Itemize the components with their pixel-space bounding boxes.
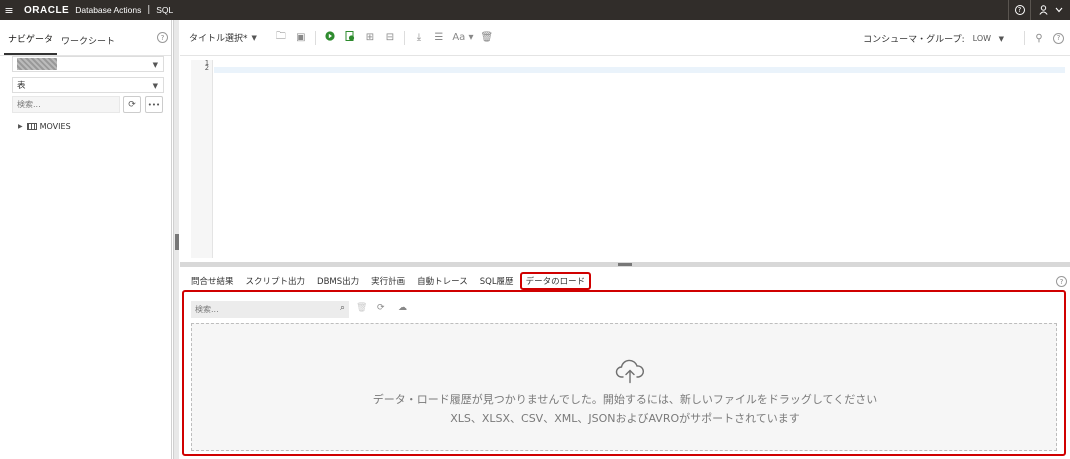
expand-arrow-icon[interactable]: ▶	[18, 123, 23, 130]
line-number-gutter: 1 2	[191, 60, 213, 258]
top-bar: ≡ ORACLE Database Actions | SQL ?	[0, 0, 1070, 20]
tab-navigator[interactable]: ナビゲータ	[4, 32, 58, 55]
supported-formats-message: XLS、XLSX、CSV、XML、JSONおよびAVROがサポートされています	[450, 412, 800, 425]
help-icon: ?	[1014, 5, 1025, 15]
title-select[interactable]: タイトル選択* ▼	[189, 31, 257, 45]
line-number: 2	[204, 64, 209, 72]
splitter-grip[interactable]	[175, 234, 179, 250]
object-type-select[interactable]: 表 ▼	[12, 77, 164, 93]
chevron-down-icon: ▼	[251, 33, 257, 42]
tab-sql-history[interactable]: SQL履歴	[474, 272, 520, 290]
search-placeholder: 検索...	[195, 305, 219, 314]
result-tabs: 問合せ結果 スクリプト出力 DBMS出力 実行計画 自動トレース SQL履歴 デ…	[180, 271, 1070, 291]
chevron-down-icon: ▼	[998, 34, 1004, 43]
chevron-down-icon: ▼	[152, 61, 158, 69]
toolbar-divider	[1024, 31, 1025, 45]
schema-select[interactable]: ▼	[12, 56, 164, 72]
vertical-splitter[interactable]	[173, 20, 179, 459]
help-icon[interactable]: ?	[157, 32, 168, 43]
run-script-icon[interactable]	[340, 31, 360, 44]
cloud-upload-icon	[615, 359, 644, 384]
toolbar-divider	[403, 30, 405, 45]
help-button[interactable]: ?	[1008, 0, 1030, 20]
empty-state-message: データ・ロード履歴が見つかりませんでした。開始するには、新しいファイルをドラッグ…	[372, 393, 878, 406]
toolbar-divider	[314, 30, 316, 45]
more-actions-button[interactable]: •••	[145, 96, 163, 113]
sql-editor[interactable]: 1 2	[180, 57, 1070, 262]
menu-icon[interactable]: ≡	[0, 4, 18, 17]
tree-item-label: MOVIES	[39, 122, 71, 131]
text-case-icon[interactable]: Aa ▾	[449, 32, 477, 43]
refresh-icon: ⟳	[128, 99, 136, 110]
object-type-value: 表	[17, 81, 26, 91]
consumer-group-value: LOW	[972, 33, 992, 43]
chevron-down-icon	[1055, 7, 1062, 13]
tab-worksheet[interactable]: ワークシート	[57, 34, 119, 55]
run-statement-icon[interactable]	[320, 31, 340, 44]
section-name: SQL	[156, 5, 174, 15]
user-icon	[1038, 5, 1048, 15]
tree-item[interactable]: ▶ MOVIES	[18, 122, 71, 131]
trash-icon[interactable]: 🗑	[356, 303, 367, 313]
worksheet-area: タイトル選択* ▼ 🗀 ▣ ⊞ ⊟ ⤓ ☰ Aa ▾ 🗑 コンシューマ・グループ…	[180, 20, 1070, 459]
tab-autotrace[interactable]: 自動トレース	[411, 272, 474, 290]
splitter-grip[interactable]	[618, 263, 632, 266]
table-icon	[26, 123, 37, 130]
user-menu-button[interactable]	[1030, 0, 1070, 20]
navigator-tabs: ナビゲータ ワークシート ?	[0, 20, 171, 56]
explain-plan-icon[interactable]: ⊞	[360, 32, 380, 43]
title-separator: |	[147, 5, 151, 15]
chevron-down-icon: ▼	[152, 82, 158, 90]
consumer-group-select[interactable]: LOW ▼	[973, 34, 1004, 43]
search-icon[interactable]: ⌕	[340, 303, 345, 313]
tab-dbms-output[interactable]: DBMS出力	[311, 272, 365, 290]
consumer-group-label: コンシューマ・グループ:	[863, 34, 965, 45]
tab-data-load[interactable]: データのロード	[519, 272, 592, 290]
navigator-panel: ナビゲータ ワークシート ? ▼ 表 ▼ 検索... ⟳ ••• ▶ MOVIE…	[0, 20, 172, 459]
file-drop-zone[interactable]: データ・ロード履歴が見つかりませんでした。開始するには、新しいファイルをドラッグ…	[191, 323, 1057, 451]
app-name: Database Actions	[75, 5, 142, 15]
worksheet-toolbar: タイトル選択* ▼ 🗀 ▣ ⊞ ⊟ ⤓ ☰ Aa ▾ 🗑 コンシューマ・グループ…	[180, 20, 1070, 56]
data-load-panel: 検索... ⌕ 🗑 ⟳ ☁ データ・ロード履歴が見つかりませんでした。開始するに…	[182, 290, 1066, 456]
oracle-logo: ORACLE	[24, 4, 70, 16]
refresh-icon[interactable]: ⟳	[377, 303, 385, 313]
open-folder-icon[interactable]: 🗀	[271, 29, 291, 46]
format-icon[interactable]: ☰	[429, 32, 449, 43]
search-placeholder: 検索...	[17, 100, 41, 109]
cloud-upload-icon[interactable]: ☁	[398, 303, 407, 313]
help-icon[interactable]: ?	[1053, 32, 1064, 44]
trash-icon[interactable]: 🗑	[477, 32, 497, 43]
download-icon[interactable]: ⤓	[409, 32, 429, 43]
active-line-highlight	[214, 67, 1065, 73]
horizontal-splitter[interactable]	[180, 262, 1070, 267]
data-load-search-input[interactable]: 検索... ⌕	[191, 301, 349, 318]
binoculars-icon[interactable]: ⚲	[1029, 33, 1049, 44]
save-icon[interactable]: ▣	[291, 32, 311, 43]
help-icon[interactable]: ?	[1056, 276, 1067, 287]
tab-explain-plan[interactable]: 実行計画	[365, 272, 411, 290]
tab-query-result[interactable]: 問合せ結果	[185, 272, 240, 290]
schema-redacted-value	[17, 58, 57, 70]
autotrace-icon[interactable]: ⊟	[380, 32, 400, 43]
navigator-search-input[interactable]: 検索...	[12, 96, 120, 113]
more-icon: •••	[147, 100, 161, 109]
title-select-label: タイトル選択*	[189, 34, 248, 44]
tab-script-output[interactable]: スクリプト出力	[240, 272, 312, 290]
refresh-button[interactable]: ⟳	[123, 96, 141, 113]
